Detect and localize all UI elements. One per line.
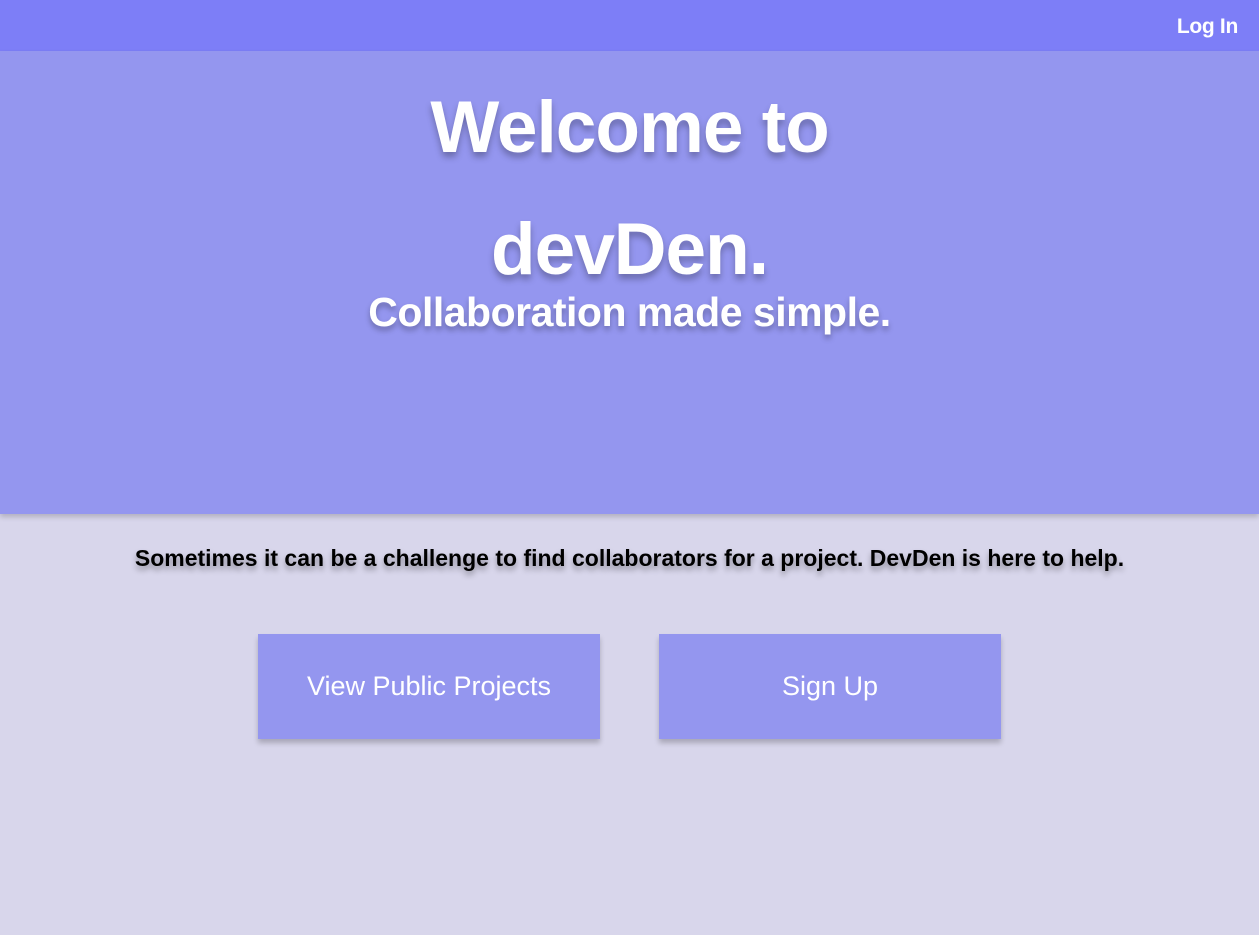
hero-title-line1: Welcome to xyxy=(430,87,829,168)
login-link[interactable]: Log In xyxy=(1177,15,1238,39)
hero-title-line2: devDen. xyxy=(491,209,769,290)
tagline: Sometimes it can be a challenge to find … xyxy=(134,545,1125,571)
view-public-projects-button[interactable]: View Public Projects xyxy=(258,634,600,739)
sign-up-button[interactable]: Sign Up xyxy=(659,634,1001,739)
hero-banner: Welcome to devDen. Collaboration made si… xyxy=(0,51,1259,514)
hero-subtitle: Collaboration made simple. xyxy=(368,289,891,335)
top-navbar: Log In xyxy=(0,0,1259,51)
